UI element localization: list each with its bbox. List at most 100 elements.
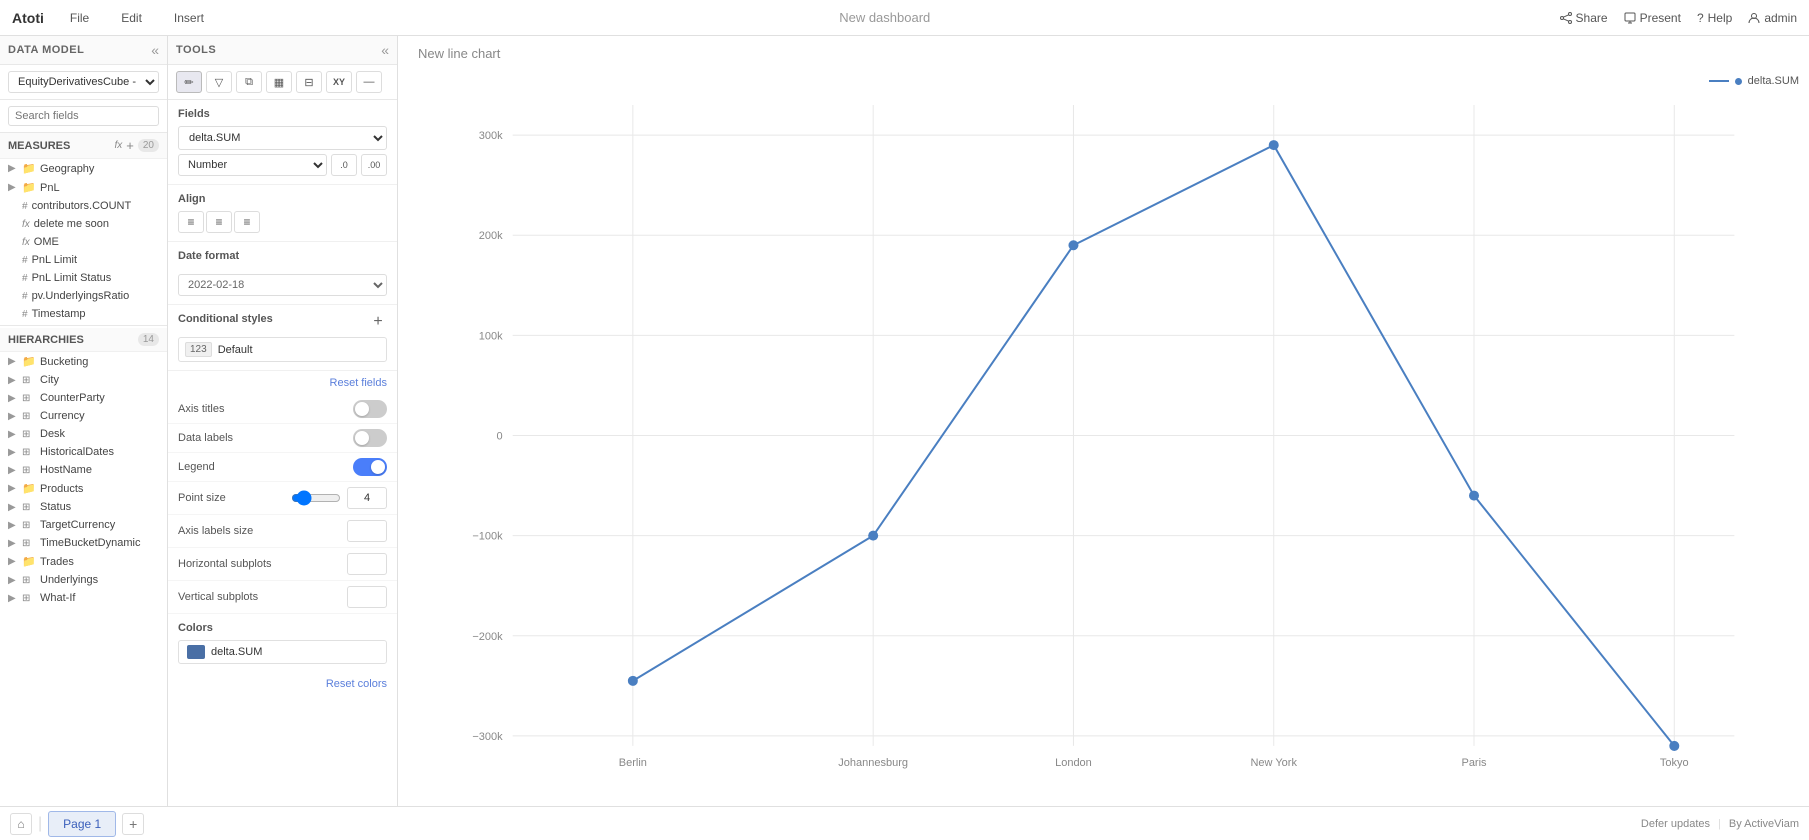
measures-label: MEASURES <box>8 140 70 152</box>
data-point-tokyo[interactable] <box>1669 741 1679 751</box>
table-tool-button[interactable]: ⊟ <box>296 71 322 93</box>
data-point-new-york[interactable] <box>1269 140 1279 150</box>
format-percent-btn[interactable]: .00 <box>361 154 387 176</box>
reset-colors-link[interactable]: Reset colors <box>168 672 397 696</box>
menu-file[interactable]: File <box>64 7 95 29</box>
measure-contributors-count[interactable]: # contributors.COUNT <box>0 197 167 215</box>
data-model-collapse-button[interactable]: « <box>151 42 159 58</box>
bar-chart-tool-button[interactable]: ▦ <box>266 71 292 93</box>
align-right-button[interactable]: ≡ <box>234 211 260 233</box>
page-1-tab[interactable]: Page 1 <box>48 811 116 837</box>
measure-ome[interactable]: fx OME <box>0 233 167 251</box>
chart-area: New line chart delta.SUM .grid-line { st… <box>398 36 1809 806</box>
add-conditional-style-button[interactable]: + <box>369 313 387 331</box>
hier-bucketing[interactable]: ▶ 📁 Bucketing <box>0 352 167 371</box>
reset-fields-link[interactable]: Reset fields <box>178 373 387 393</box>
user-menu[interactable]: admin <box>1748 11 1797 25</box>
measure-geography[interactable]: ▶ 📁 Geography <box>0 159 167 178</box>
pencil-tool-button[interactable]: ✏ <box>176 71 202 93</box>
search-fields-input[interactable] <box>8 106 159 126</box>
hier-trades[interactable]: ▶ 📁 Trades <box>0 552 167 571</box>
minus-tool-button[interactable]: — <box>356 71 382 93</box>
measures-actions: fx + 20 <box>115 138 160 153</box>
data-point-berlin[interactable] <box>628 676 638 686</box>
vertical-subplots-input[interactable]: 6 <box>347 586 387 608</box>
share-button[interactable]: Share <box>1560 11 1608 25</box>
chart-container[interactable]: delta.SUM .grid-line { stroke: #e8e8e8; … <box>398 65 1809 806</box>
present-button[interactable]: Present <box>1624 11 1681 25</box>
folder-icon: 📁 <box>22 181 36 194</box>
menu-insert[interactable]: Insert <box>168 7 210 29</box>
measure-timestamp[interactable]: # Timestamp <box>0 305 167 323</box>
data-point-johannesburg[interactable] <box>868 531 878 541</box>
align-group: ≡ ≡ ≡ <box>178 211 387 233</box>
filter-tool-button[interactable]: ▽ <box>206 71 232 93</box>
format-decimal-btn[interactable]: .0 <box>331 154 357 176</box>
data-labels-toggle[interactable] <box>353 429 387 447</box>
format-dropdown[interactable]: Number <box>178 154 327 176</box>
hierarchy-icon: ⊞ <box>22 575 36 586</box>
add-measure-button[interactable]: + <box>126 138 134 153</box>
hier-city[interactable]: ▶ ⊞ City <box>0 371 167 389</box>
cond-style-item[interactable]: 123 Default <box>178 337 387 362</box>
hier-underlyings[interactable]: ▶ ⊞ Underlyings <box>0 571 167 589</box>
hier-hostname[interactable]: ▶ ⊞ HostName <box>0 461 167 479</box>
bottom-right: Defer updates | By ActiveViam <box>1641 818 1799 830</box>
axis-labels-size-input[interactable]: 12 <box>347 520 387 542</box>
conditional-styles-label: Conditional styles <box>178 313 273 325</box>
date-format-dropdown[interactable]: 2022-02-18 <box>178 274 387 296</box>
search-fields-container <box>0 100 167 133</box>
measure-pv-underlyings-ratio[interactable]: # pv.UnderlyingsRatio <box>0 287 167 305</box>
measures-count: 20 <box>138 139 159 152</box>
axis-titles-toggle[interactable] <box>353 400 387 418</box>
fx-button[interactable]: fx <box>115 140 123 151</box>
expand-icon: ▶ <box>8 356 18 367</box>
hier-historical-dates[interactable]: ▶ ⊞ HistoricalDates <box>0 443 167 461</box>
hash-icon: # <box>22 309 28 320</box>
divider-icon: | <box>38 815 42 833</box>
tools-collapse-button[interactable]: « <box>381 42 389 58</box>
measure-pnl[interactable]: ▶ 📁 PnL <box>0 178 167 197</box>
topbar-right-actions: Share Present ? Help admin <box>1560 11 1797 25</box>
xy-tool-button[interactable]: XY <box>326 71 352 93</box>
measure-delete-me[interactable]: fx delete me soon <box>0 215 167 233</box>
tools-panel: TOOLS « ✏ ▽ ⧉ ▦ ⊟ XY — Fields delta.SUM … <box>168 36 398 806</box>
measure-pnl-limit-status[interactable]: # PnL Limit Status <box>0 269 167 287</box>
align-center-button[interactable]: ≡ <box>206 211 232 233</box>
point-size-slider[interactable] <box>291 490 341 506</box>
point-size-input[interactable] <box>347 487 387 509</box>
legend-label: Legend <box>178 461 215 473</box>
model-selector-dropdown[interactable]: EquityDerivativesCube - R... <box>8 71 159 93</box>
measure-pnl-limit[interactable]: # PnL Limit <box>0 251 167 269</box>
axis-labels-size-label: Axis labels size <box>178 525 253 537</box>
defer-updates-label[interactable]: Defer updates <box>1641 818 1710 830</box>
conditional-styles-section: Conditional styles + 123 Default <box>168 305 397 371</box>
hier-status[interactable]: ▶ ⊞ Status <box>0 498 167 516</box>
hier-target-currency[interactable]: ▶ ⊞ TargetCurrency <box>0 516 167 534</box>
legend-toggle[interactable] <box>353 458 387 476</box>
hier-counterparty[interactable]: ▶ ⊞ CounterParty <box>0 389 167 407</box>
hier-products[interactable]: ▶ 📁 Products <box>0 479 167 498</box>
field-dropdown[interactable]: delta.SUM <box>178 126 387 150</box>
add-page-button[interactable]: + <box>122 813 144 835</box>
color-item[interactable]: delta.SUM <box>178 640 387 664</box>
y-label-neg100k: −100k <box>472 531 503 543</box>
menu-edit[interactable]: Edit <box>115 7 148 29</box>
hier-desk[interactable]: ▶ ⊞ Desk <box>0 425 167 443</box>
horizontal-subplots-label: Horizontal subplots <box>178 558 272 570</box>
help-button[interactable]: ? Help <box>1697 11 1732 25</box>
horizontal-subplots-input[interactable]: 6 <box>347 553 387 575</box>
date-format-label: Date format <box>178 250 387 262</box>
hier-currency[interactable]: ▶ ⊞ Currency <box>0 407 167 425</box>
legend-line-icon <box>1709 80 1729 82</box>
hierarchy-icon: ⊞ <box>22 429 36 440</box>
expand-icon: ▶ <box>8 556 18 567</box>
home-button[interactable]: ⌂ <box>10 813 32 835</box>
align-left-button[interactable]: ≡ <box>178 211 204 233</box>
data-point-paris[interactable] <box>1469 491 1479 501</box>
hierarchy-icon: ⊞ <box>22 447 36 458</box>
hier-time-bucket-dynamic[interactable]: ▶ ⊞ TimeBucketDynamic <box>0 534 167 552</box>
hier-what-if[interactable]: ▶ ⊞ What-If <box>0 589 167 607</box>
copy-tool-button[interactable]: ⧉ <box>236 71 262 93</box>
data-point-london[interactable] <box>1068 240 1078 250</box>
